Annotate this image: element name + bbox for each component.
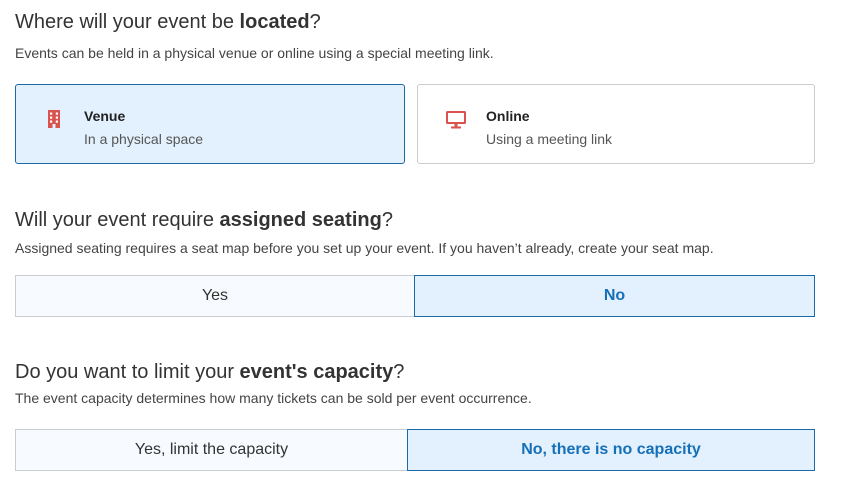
capacity-yes-button[interactable]: Yes, limit the capacity xyxy=(15,429,408,471)
location-title-pre: Where will your event be xyxy=(15,11,240,33)
venue-option-card[interactable]: Venue In a physical space xyxy=(15,84,405,164)
seating-no-button[interactable]: No xyxy=(414,275,815,317)
seating-title-pre: Will your event require xyxy=(15,209,220,231)
location-question-title: Where will your event be located? xyxy=(15,11,321,34)
seating-title-post: ? xyxy=(381,209,393,231)
seating-description: Assigned seating requires a seat map bef… xyxy=(15,240,714,256)
capacity-no-button[interactable]: No, there is no capacity xyxy=(407,429,815,471)
seating-yes-button[interactable]: Yes xyxy=(15,275,415,317)
seating-title-bold: assigned seating xyxy=(219,209,382,231)
monitor-icon xyxy=(446,111,466,129)
seating-question-title: Will your event require assigned seating… xyxy=(15,209,393,232)
location-title-post: ? xyxy=(309,11,321,33)
online-option-subtitle: Using a meeting link xyxy=(486,131,613,147)
venue-option-subtitle: In a physical space xyxy=(84,131,204,147)
online-option-card[interactable]: Online Using a meeting link xyxy=(417,84,815,164)
capacity-title-bold: event's capacity xyxy=(239,361,394,383)
capacity-title-post: ? xyxy=(393,361,405,383)
venue-option-title: Venue xyxy=(84,108,126,124)
capacity-question-title: Do you want to limit your event's capaci… xyxy=(15,361,404,384)
capacity-title-pre: Do you want to limit your xyxy=(15,361,240,383)
building-icon xyxy=(48,110,60,128)
online-option-title: Online xyxy=(486,108,530,124)
location-description: Events can be held in a physical venue o… xyxy=(15,45,494,61)
location-title-bold: located xyxy=(239,11,310,33)
capacity-description: The event capacity determines how many t… xyxy=(15,390,532,406)
